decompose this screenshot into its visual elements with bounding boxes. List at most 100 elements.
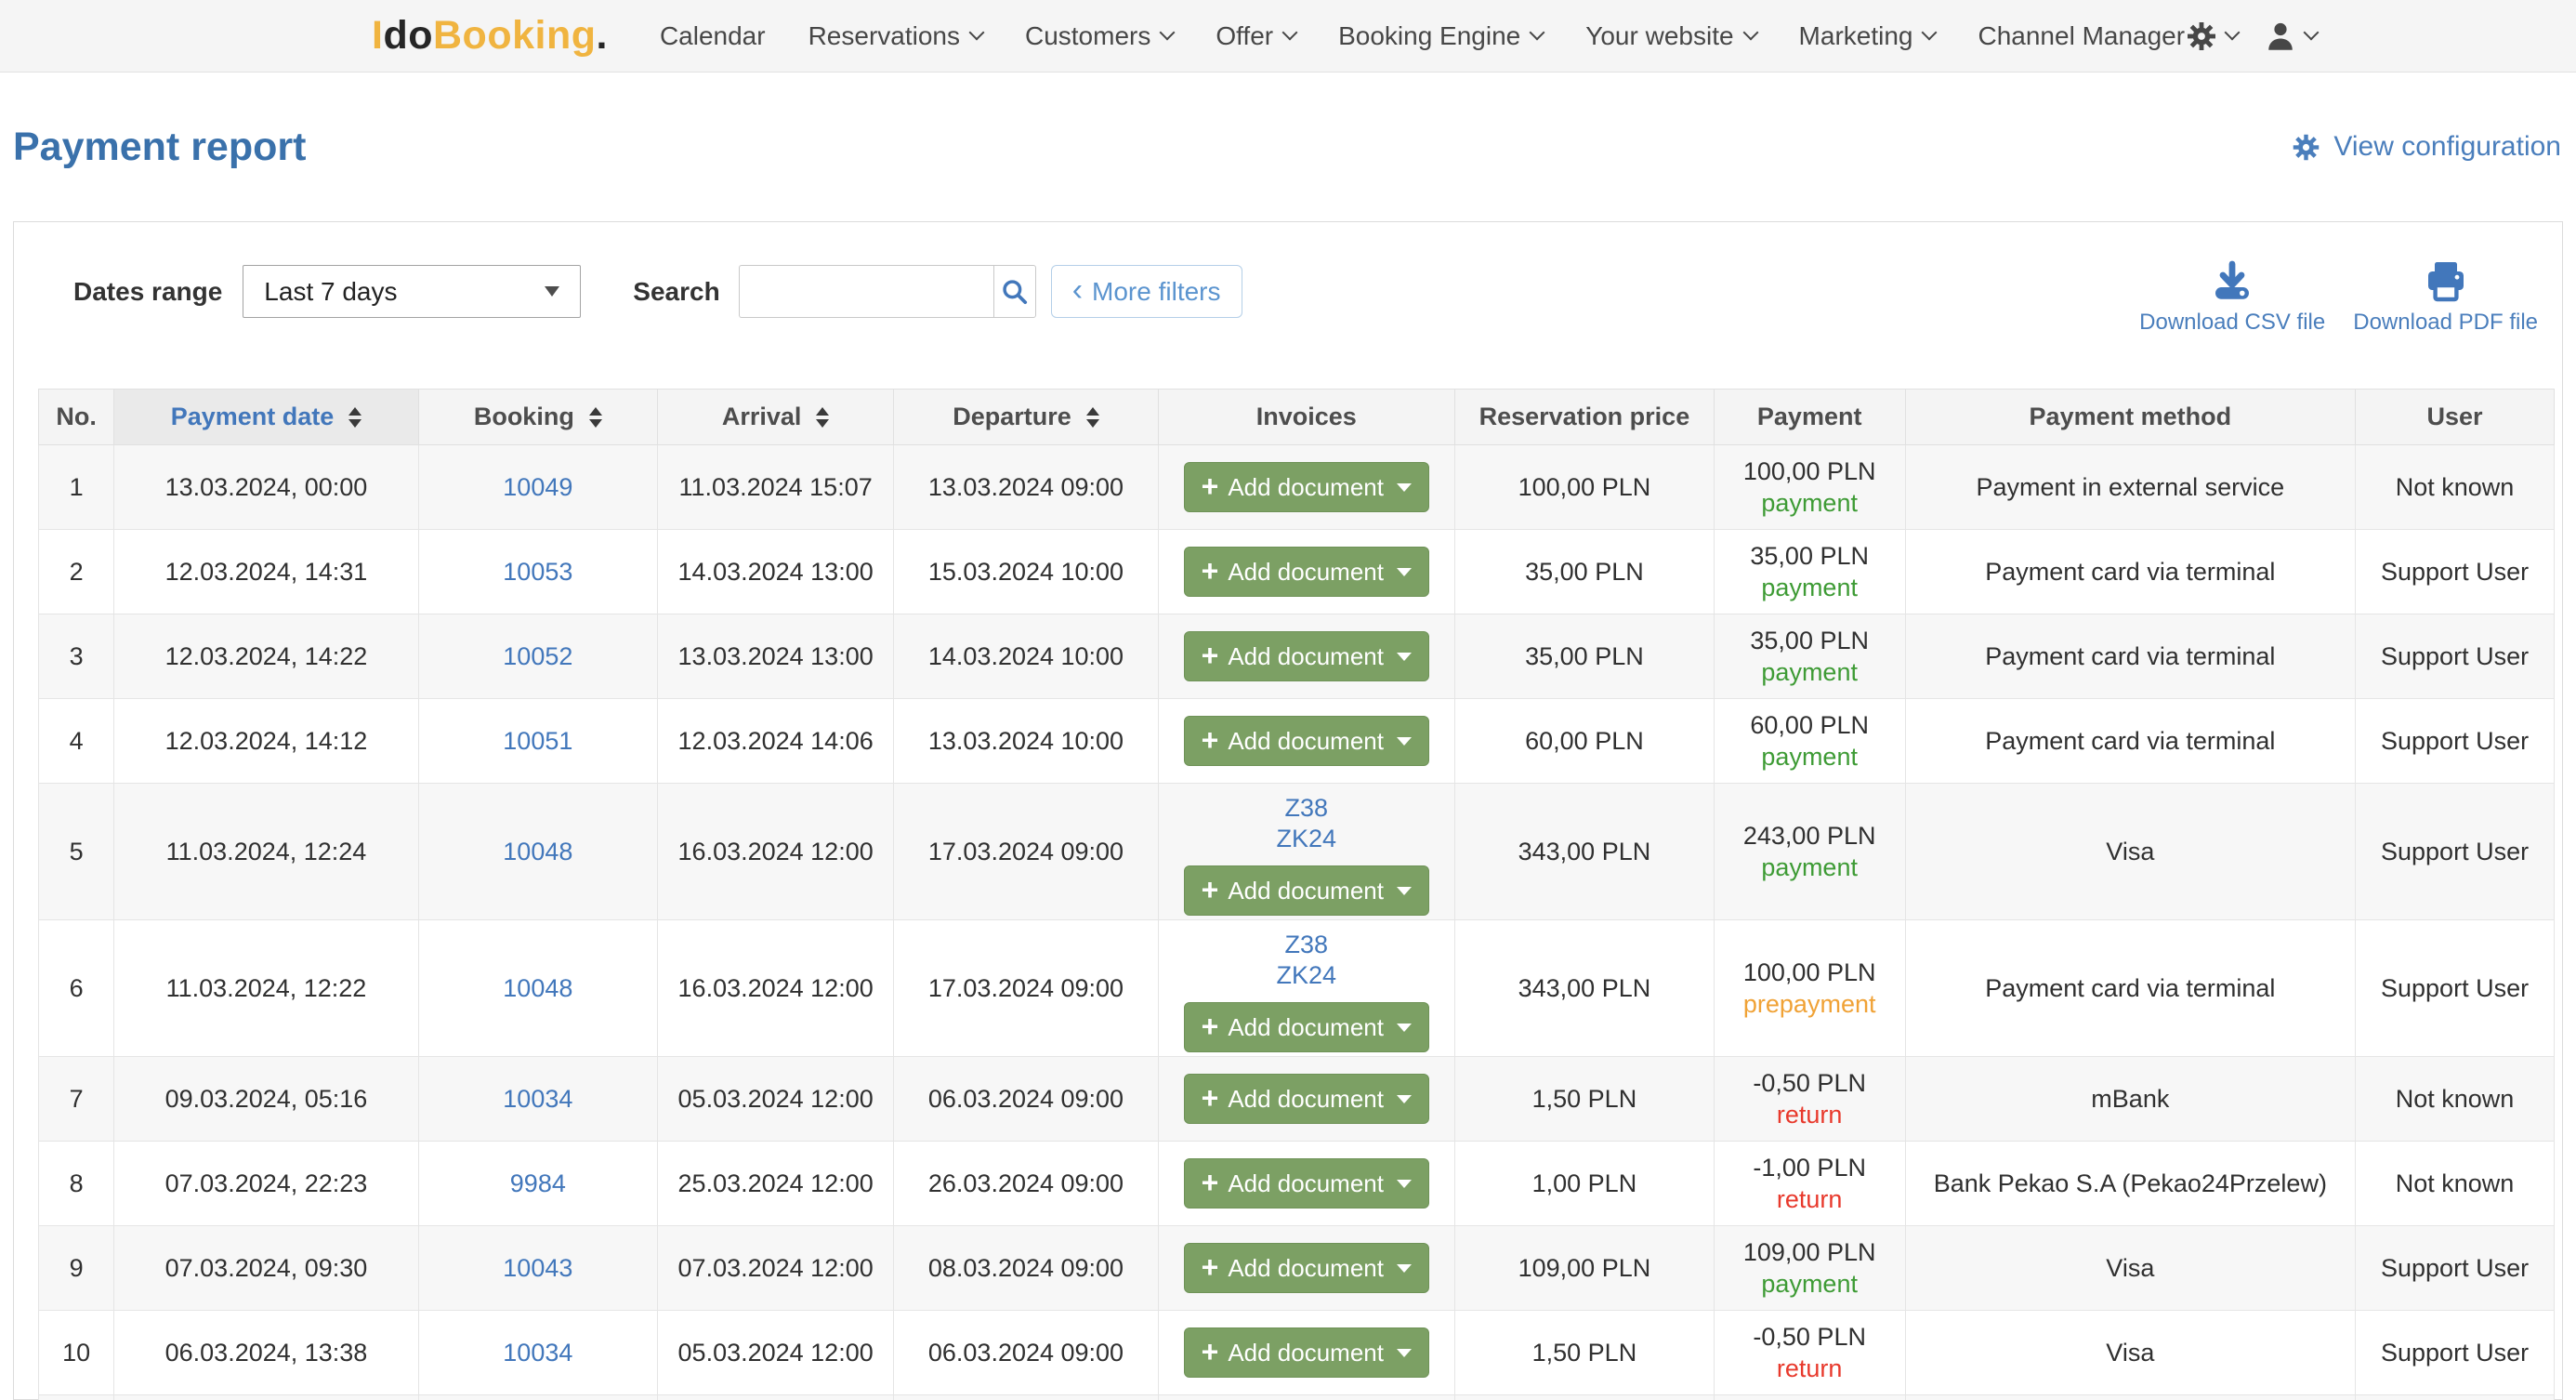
caret-down-icon xyxy=(1397,1024,1412,1032)
nav-item-label: Channel Manager xyxy=(1978,21,2185,51)
nav-item-customers[interactable]: Customers xyxy=(1025,21,1173,51)
download-csv-button[interactable]: Download CSV file xyxy=(2139,259,2325,336)
column-header-booking[interactable]: Booking xyxy=(418,390,657,445)
user-cell: Support User xyxy=(2356,699,2555,784)
payment-kind: prepayment xyxy=(1715,988,1905,1020)
user-cell: Support User xyxy=(2356,784,2555,920)
arrival-cell: 05.03.2024 12:00 xyxy=(657,1057,893,1142)
reservation-price-cell: 35,00 PLN xyxy=(1455,530,1715,614)
sort-icon[interactable] xyxy=(1086,407,1099,428)
view-configuration-button[interactable]: View configuration xyxy=(2291,131,2561,163)
dates-range-select[interactable]: Last 7 days xyxy=(243,265,581,318)
download-pdf-button[interactable]: Download PDF file xyxy=(2353,259,2538,336)
column-header-payment-date[interactable]: Payment date xyxy=(114,390,419,445)
user-cell: Support User xyxy=(2356,920,2555,1057)
logo-part: . xyxy=(596,13,607,58)
table-row: 9 07.03.2024, 09:30 10043 07.03.2024 12:… xyxy=(39,1226,2555,1311)
nav-item-booking-engine[interactable]: Booking Engine xyxy=(1338,21,1543,51)
column-header-departure[interactable]: Departure xyxy=(894,390,1158,445)
booking-link[interactable]: 10051 xyxy=(503,727,572,755)
payment-method-cell: Payment in external service xyxy=(1905,445,2356,530)
caret-down-icon xyxy=(1397,1264,1412,1273)
search-input[interactable] xyxy=(739,265,993,318)
add-document-label: Add document xyxy=(1228,727,1384,756)
booking-link[interactable]: 10034 xyxy=(503,1085,572,1113)
booking-cell: 10051 xyxy=(418,699,657,784)
invoice-link[interactable]: ZK24 xyxy=(1159,960,1454,991)
payment-report-table: No. Payment date Booking Arrival Departu… xyxy=(38,389,2555,1400)
table-row: 3 12.03.2024, 14:22 10052 13.03.2024 13:… xyxy=(39,614,2555,699)
nav-item-channel-manager[interactable]: Channel Manager xyxy=(1978,21,2185,51)
user-cell: Support User xyxy=(2356,1311,2555,1395)
chevron-down-icon xyxy=(2225,25,2241,41)
departure-cell: 06.03.2024 09:00 xyxy=(894,1311,1158,1395)
booking-link[interactable]: 10053 xyxy=(503,558,572,586)
add-document-button[interactable]: + Add document xyxy=(1184,1158,1429,1208)
payment-kind: payment xyxy=(1715,487,1905,519)
invoice-link[interactable]: ZK24 xyxy=(1159,824,1454,854)
settings-menu-button[interactable] xyxy=(2185,20,2238,53)
sort-icon[interactable] xyxy=(348,407,361,428)
select-caret-icon xyxy=(545,286,559,297)
arrival-cell: 05.03.2024 12:00 xyxy=(657,1311,893,1395)
add-document-button[interactable]: + Add document xyxy=(1184,1327,1429,1378)
payment-amount: 60,00 PLN xyxy=(1715,709,1905,741)
nav-item-label: Your website xyxy=(1585,21,1733,51)
arrival-cell: 14.03.2024 13:00 xyxy=(657,530,893,614)
payment-method-cell: mBank xyxy=(1905,1057,2356,1142)
nav-item-label: Customers xyxy=(1025,21,1150,51)
nav-item-reservations[interactable]: Reservations xyxy=(808,21,982,51)
nav-item-your-website[interactable]: Your website xyxy=(1585,21,1755,51)
add-document-button[interactable]: + Add document xyxy=(1184,631,1429,681)
invoices-cell: Z38ZK24 + Add document xyxy=(1158,920,1454,1057)
booking-link[interactable]: 10034 xyxy=(503,1339,572,1367)
row-number: 4 xyxy=(39,699,114,784)
booking-link[interactable]: 10048 xyxy=(503,838,572,865)
column-header-payment: Payment xyxy=(1714,390,1905,445)
booking-cell: 10048 xyxy=(418,784,657,920)
booking-cell: 10053 xyxy=(418,530,657,614)
booking-link[interactable]: 9984 xyxy=(510,1169,566,1197)
add-document-button[interactable]: + Add document xyxy=(1184,1074,1429,1124)
payment-kind: payment xyxy=(1715,656,1905,688)
departure-cell: 14.03.2024 10:00 xyxy=(894,614,1158,699)
reservation-price-cell: 1,00 PLN xyxy=(1455,1142,1715,1226)
reservation-price-cell: 35,00 PLN xyxy=(1455,614,1715,699)
column-label: Invoices xyxy=(1256,403,1357,431)
logo-part: I xyxy=(372,13,383,58)
booking-link[interactable]: 10048 xyxy=(503,974,572,1002)
search-button[interactable] xyxy=(993,265,1036,318)
invoice-links: Z38ZK24 xyxy=(1159,793,1454,854)
sort-icon[interactable] xyxy=(589,407,602,428)
user-menu-button[interactable] xyxy=(2264,20,2317,53)
invoice-link[interactable]: Z38 xyxy=(1159,793,1454,824)
chevron-down-icon xyxy=(1922,25,1938,41)
column-header-arrival[interactable]: Arrival xyxy=(657,390,893,445)
booking-cell: 10034 xyxy=(418,1057,657,1142)
nav-item-marketing[interactable]: Marketing xyxy=(1799,21,1936,51)
caret-down-icon xyxy=(1397,483,1412,492)
row-number: 2 xyxy=(39,530,114,614)
report-panel: Dates range Last 7 days Search ‹ More fi… xyxy=(13,221,2563,1400)
add-document-button[interactable]: + Add document xyxy=(1184,547,1429,597)
booking-link[interactable]: 10043 xyxy=(503,1254,572,1282)
nav-item-offer[interactable]: Offer xyxy=(1216,21,1295,51)
add-document-button[interactable]: + Add document xyxy=(1184,865,1429,916)
logo-part: do xyxy=(383,13,433,58)
nav-item-calendar[interactable]: Calendar xyxy=(660,21,766,51)
booking-link[interactable]: 10052 xyxy=(503,642,572,670)
add-document-button[interactable]: + Add document xyxy=(1184,1002,1429,1052)
add-document-button[interactable]: + Add document xyxy=(1184,462,1429,512)
sort-icon[interactable] xyxy=(816,407,829,428)
add-document-label: Add document xyxy=(1228,642,1384,671)
more-filters-button[interactable]: ‹ More filters xyxy=(1051,265,1242,318)
departure-cell: 13.03.2024 09:00 xyxy=(894,445,1158,530)
booking-link[interactable]: 10049 xyxy=(503,473,572,501)
column-header-payment-method: Payment method xyxy=(1905,390,2356,445)
invoice-link[interactable]: Z38 xyxy=(1159,930,1454,960)
payment-cell: 100,00 PLN payment xyxy=(1714,445,1905,530)
idobooking-logo[interactable]: IdoBooking. xyxy=(372,13,608,59)
add-document-button[interactable]: + Add document xyxy=(1184,716,1429,766)
invoices-cell: + Add document xyxy=(1158,699,1454,784)
add-document-button[interactable]: + Add document xyxy=(1184,1243,1429,1293)
